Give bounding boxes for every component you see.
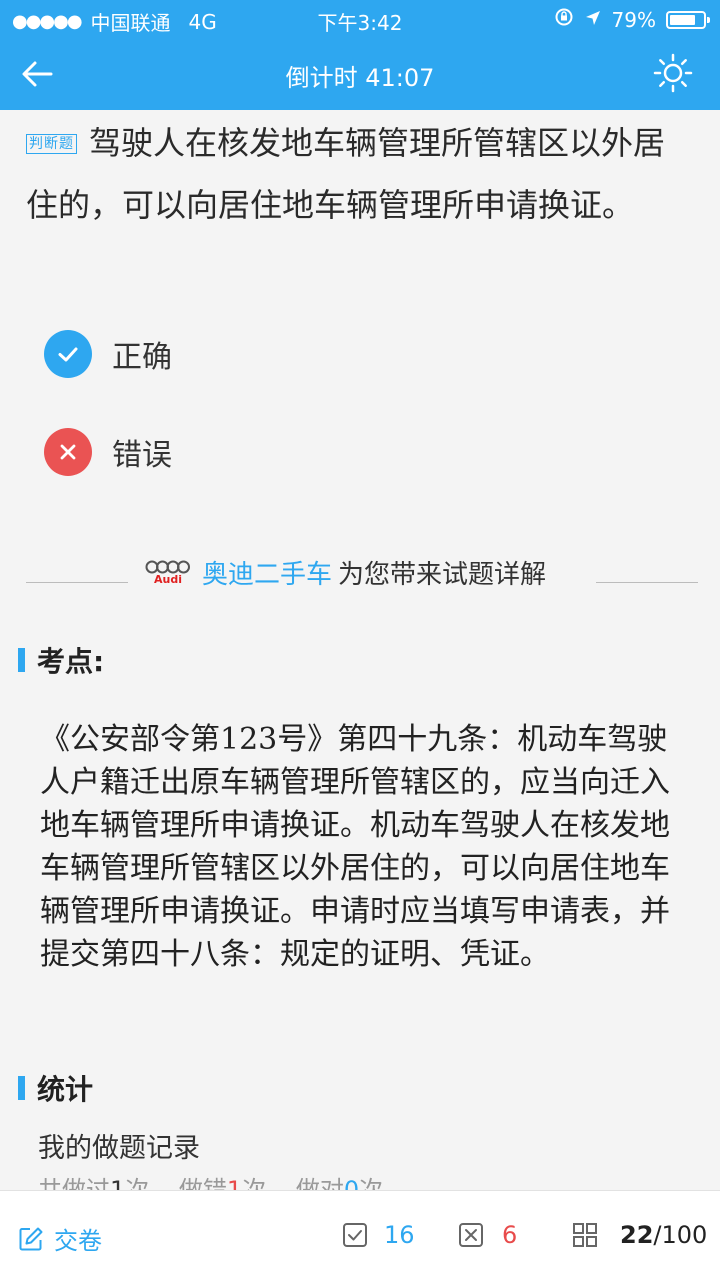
edit-icon	[19, 1227, 43, 1250]
nav-bar: 倒计时 41:07	[0, 38, 720, 110]
divider-line-left	[26, 582, 128, 583]
divider-line-right	[596, 582, 698, 583]
question-type-badge: 判断题	[26, 134, 77, 154]
grid-icon	[573, 1223, 597, 1247]
section-title: 考点:	[37, 645, 105, 678]
battery-icon	[666, 10, 710, 29]
sponsor-divider: Audi 奥迪二手车 为您带来试题详解	[26, 554, 698, 598]
section-marker	[18, 1076, 25, 1100]
cross-icon	[44, 428, 92, 476]
section-title: 统计	[37, 1073, 94, 1106]
option-label: 正确	[112, 340, 172, 375]
total-questions: /100	[653, 1221, 708, 1249]
option-wrong[interactable]: 错误	[44, 428, 172, 476]
countdown-title: 倒计时 41:07	[285, 64, 435, 92]
explanation-text: 《公安部令第123号》第四十九条：机动车驾驶人户籍迁出原车辆管理所管辖区的，应当…	[40, 722, 670, 972]
question-block: 判断题 驾驶人在核发地车辆管理所管辖区以外居住的，可以向居住地车辆管理所申请换证。	[26, 112, 694, 236]
bottom-toolbar: 交卷 16 6 22/100	[0, 1190, 720, 1280]
option-label: 错误	[112, 438, 172, 473]
record-title: 我的做题记录	[38, 1133, 200, 1164]
current-question: 22	[620, 1221, 654, 1249]
option-correct[interactable]: 正确	[44, 330, 172, 378]
section-marker	[18, 648, 25, 672]
audi-logo: Audi	[144, 560, 192, 586]
explanation-heading: 考点:	[18, 640, 104, 680]
check-icon	[44, 330, 92, 378]
brightness-icon	[653, 53, 693, 93]
correct-count: 16	[384, 1221, 415, 1249]
status-right: 79%	[554, 7, 710, 32]
checkbox-icon	[343, 1223, 367, 1247]
app-header: ●●●●● 中国联通 4G 下午3:42 79% 倒计时 41:07	[0, 0, 720, 110]
battery-percent: 79%	[611, 7, 656, 32]
location-icon	[584, 8, 602, 32]
sponsor-banner[interactable]: Audi 奥迪二手车 为您带来试题详解	[144, 554, 546, 591]
submit-label: 交卷	[54, 1227, 102, 1255]
question-text: 驾驶人在核发地车辆管理所管辖区以外居住的，可以向居住地车辆管理所申请换证。	[26, 124, 666, 224]
rotation-lock-icon	[554, 7, 574, 32]
wrong-count-button[interactable]: 6	[458, 1221, 517, 1249]
brightness-button[interactable]	[652, 52, 694, 94]
sponsor-suffix: 为您带来试题详解	[338, 560, 547, 590]
stats-heading: 统计	[18, 1068, 93, 1108]
question-grid-button[interactable]: 22/100	[572, 1221, 707, 1249]
x-box-icon	[459, 1223, 483, 1247]
audi-logo-text: Audi	[154, 572, 182, 586]
sponsor-brand-link[interactable]: 奥迪二手车	[202, 554, 332, 591]
status-bar: ●●●●● 中国联通 4G 下午3:42 79%	[0, 0, 720, 38]
correct-count-button[interactable]: 16	[342, 1221, 415, 1249]
wrong-count: 6	[502, 1221, 518, 1249]
submit-button[interactable]: 交卷	[18, 1221, 102, 1256]
